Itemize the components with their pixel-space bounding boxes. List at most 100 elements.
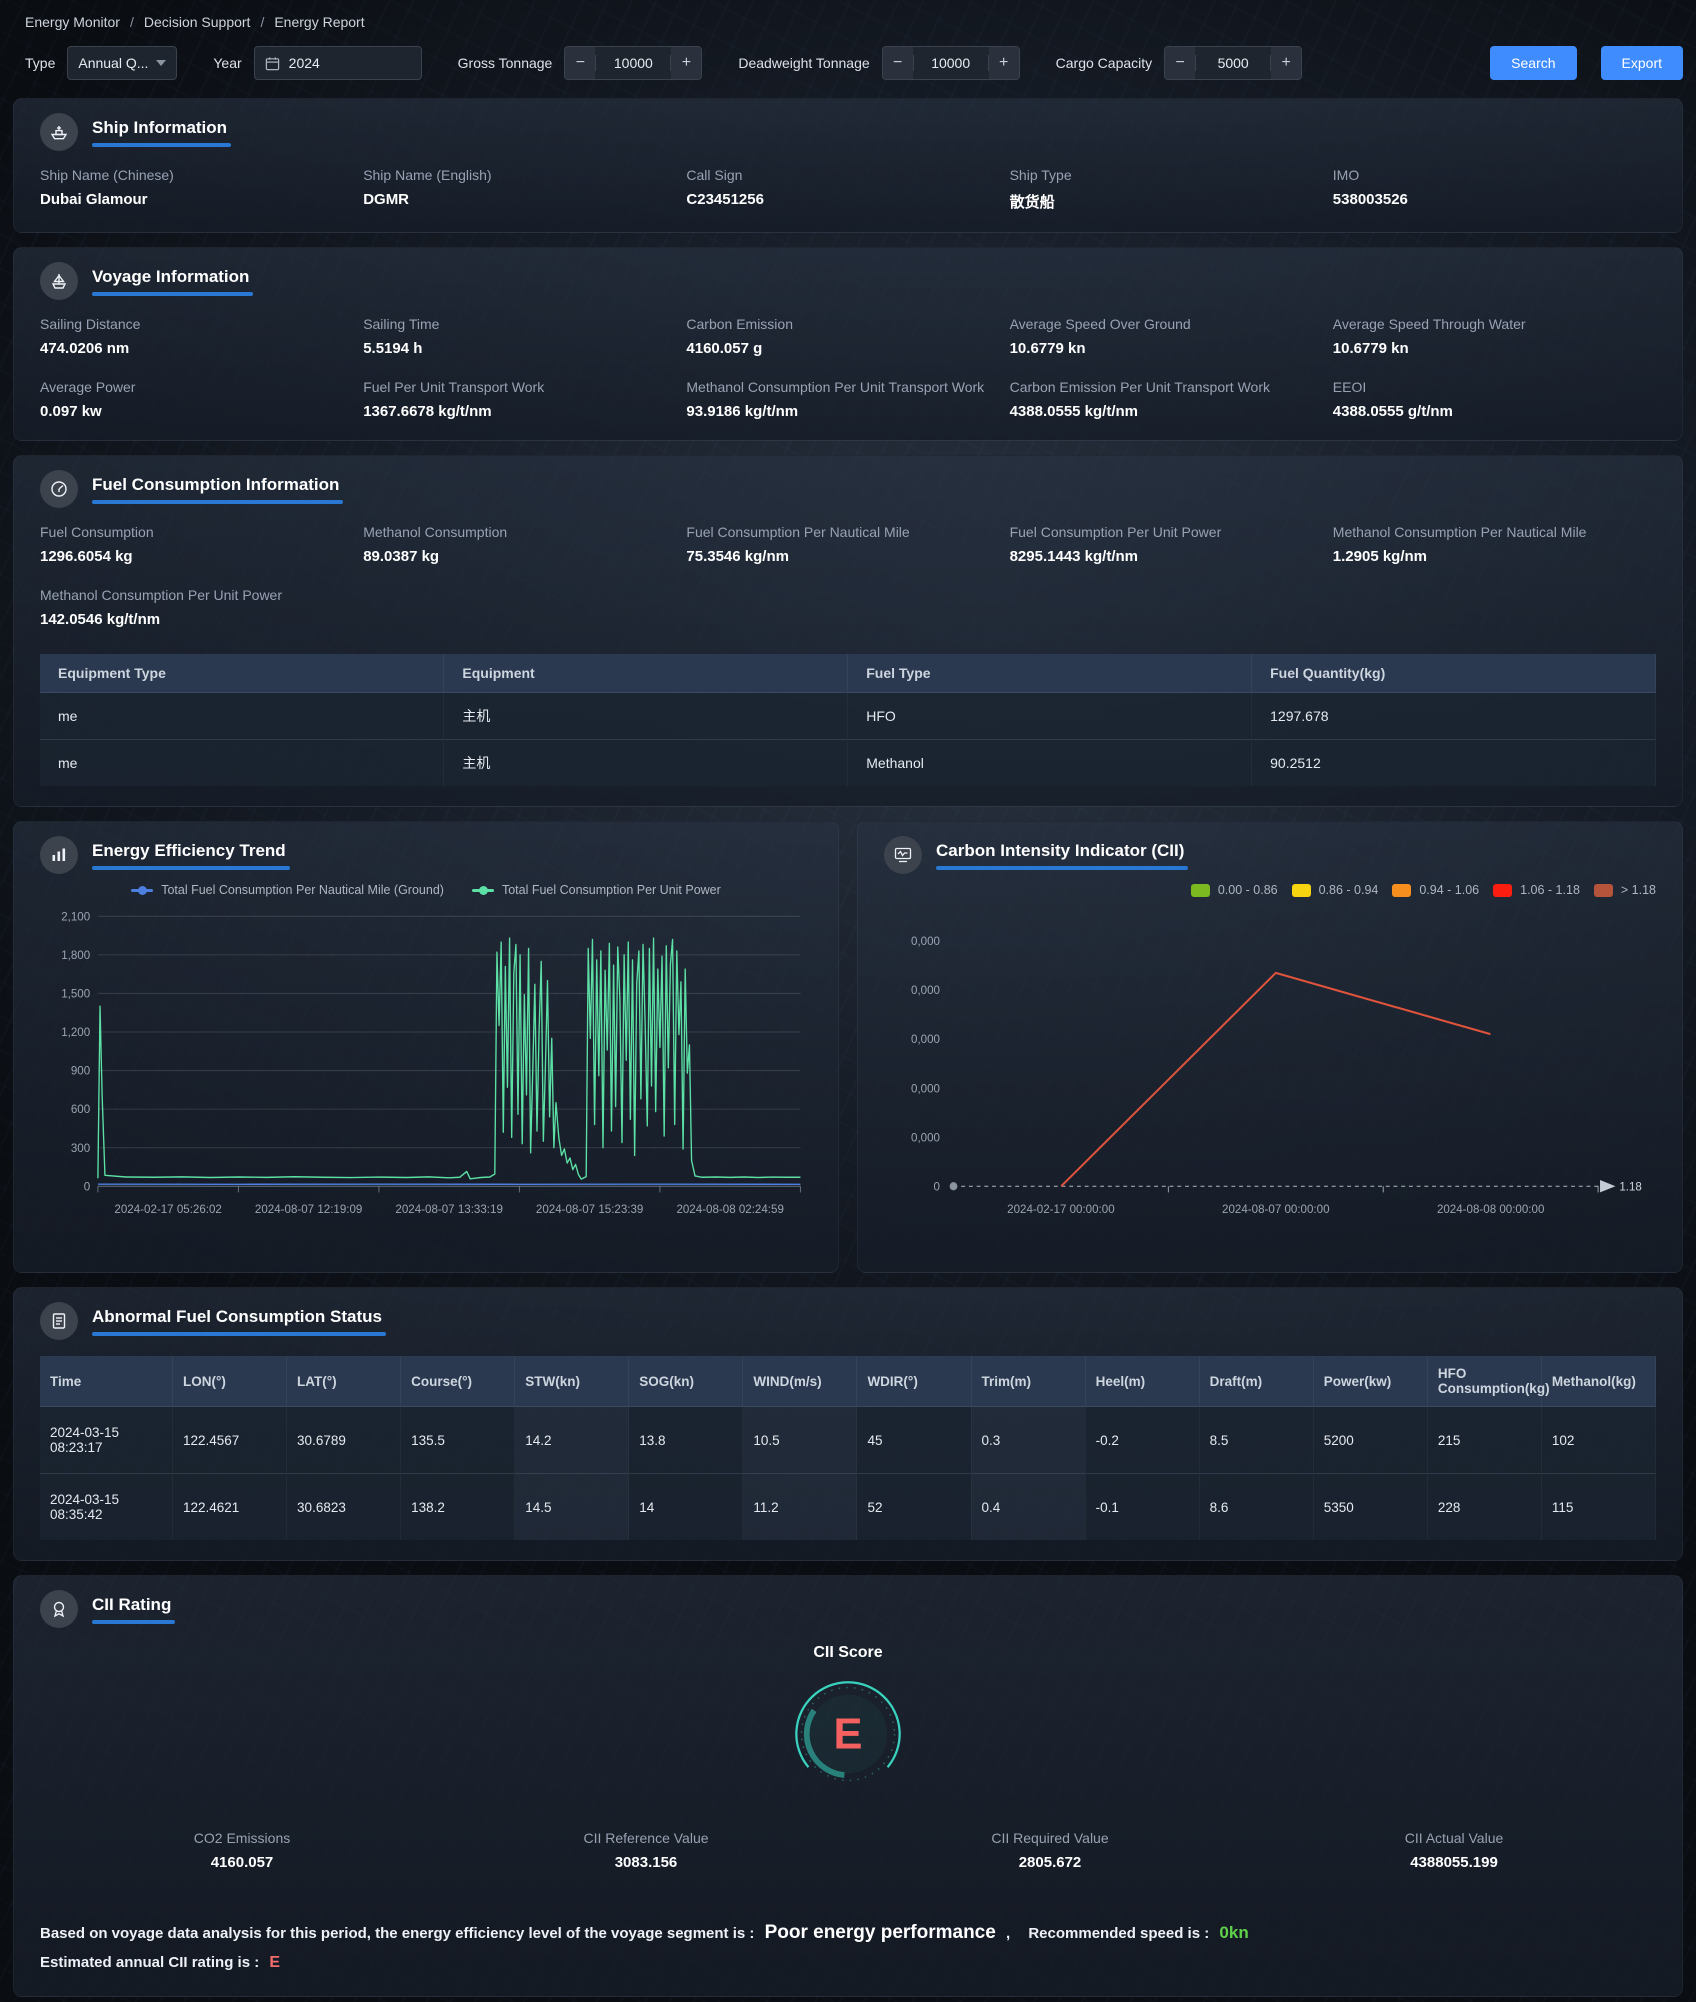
svg-text:0,000: 0,000 xyxy=(911,983,940,997)
field-value: 10.6779 kn xyxy=(1010,340,1333,357)
field: Ship Name (English)DGMR xyxy=(363,167,686,212)
gross-tonnage-value[interactable]: 10000 xyxy=(595,55,671,71)
table-cell: 5200 xyxy=(1313,1407,1427,1474)
table-cell: 1297.678 xyxy=(1252,693,1656,740)
table-cell: 5350 xyxy=(1313,1474,1427,1541)
table-row[interactable]: me主机HFO1297.678 xyxy=(40,693,1656,740)
table-cell: Methanol xyxy=(848,740,1252,787)
deadweight-value[interactable]: 10000 xyxy=(913,55,989,71)
breadcrumb: Energy Monitor/Decision Support/Energy R… xyxy=(13,6,1683,30)
table-cell: 8.6 xyxy=(1199,1474,1313,1541)
legend-label: 1.06 - 1.18 xyxy=(1520,883,1580,897)
field-value: 散货船 xyxy=(1010,191,1333,212)
table-cell: 52 xyxy=(857,1474,971,1541)
section-title: Fuel Consumption Information xyxy=(92,475,339,504)
deadweight-label: Deadweight Tonnage xyxy=(738,55,869,71)
energy-trend-plot: 03006009001,2001,5001,8002,1002024-02-17… xyxy=(40,906,812,1246)
table-cell: 215 xyxy=(1427,1407,1541,1474)
search-button[interactable]: Search xyxy=(1490,46,1576,80)
legend-label: 0.86 - 0.94 xyxy=(1319,883,1379,897)
field-label: CII Reference Value xyxy=(444,1830,848,1846)
legend-item[interactable]: 0.94 - 1.06 xyxy=(1392,883,1479,897)
type-select-value: Annual Q... xyxy=(78,55,148,71)
field: Carbon Emission4160.057 g xyxy=(686,316,1009,357)
field: Methanol Consumption Per Unit Transport … xyxy=(686,379,1009,420)
table-row[interactable]: 2024-03-15 08:23:17122.456730.6789135.51… xyxy=(40,1407,1656,1474)
gross-minus-button[interactable]: − xyxy=(565,47,595,79)
field-value: 538003526 xyxy=(1333,191,1656,208)
bar-chart-icon xyxy=(40,836,78,874)
svg-text:2024-08-07 12:19:09: 2024-08-07 12:19:09 xyxy=(255,1202,363,1216)
field: Fuel Consumption Per Nautical Mile75.354… xyxy=(686,524,1009,565)
fuel-consumption-card: Fuel Consumption Information Fuel Consum… xyxy=(13,455,1683,807)
field-value: 4388055.199 xyxy=(1252,1854,1656,1871)
cargo-capacity-value[interactable]: 5000 xyxy=(1195,55,1271,71)
breadcrumb-item[interactable]: Energy Report xyxy=(274,14,364,30)
table-cell: 2024-03-15 08:23:17 xyxy=(40,1407,172,1474)
field: CII Actual Value4388055.199 xyxy=(1252,1830,1656,1871)
table-cell: HFO xyxy=(848,693,1252,740)
annual-rating-label: Estimated annual CII rating is : xyxy=(40,1954,259,1971)
analysis-summary: Based on voyage data analysis for this p… xyxy=(40,1917,1656,1976)
table-cell: 14.2 xyxy=(515,1407,629,1474)
export-button[interactable]: Export xyxy=(1601,46,1683,80)
summary-comma: , xyxy=(1006,1925,1010,1942)
field-value: 1296.6054 kg xyxy=(40,548,363,565)
cii-monitor-icon xyxy=(884,836,922,874)
table-cell: 90.2512 xyxy=(1252,740,1656,787)
svg-text:900: 900 xyxy=(71,1063,91,1077)
table-cell: -0.1 xyxy=(1085,1474,1199,1541)
legend-color-chip xyxy=(1594,884,1613,897)
field-label: Fuel Consumption Per Nautical Mile xyxy=(686,524,1009,540)
legend-item[interactable]: Total Fuel Consumption Per Nautical Mile… xyxy=(131,883,444,897)
svg-text:2024-02-17 05:26:02: 2024-02-17 05:26:02 xyxy=(114,1202,222,1216)
year-input[interactable]: 2024 xyxy=(254,46,422,80)
voyage-information-card: Voyage Information Sailing Distance474.0… xyxy=(13,247,1683,441)
type-select[interactable]: Annual Q... xyxy=(67,46,177,80)
cargo-minus-button[interactable]: − xyxy=(1165,47,1195,79)
energy-trend-card: Energy Efficiency Trend Total Fuel Consu… xyxy=(13,821,839,1273)
field: Average Power0.097 kw xyxy=(40,379,363,420)
table-header-row: TimeLON(°)LAT(°)Course(°)STW(kn)SOG(kn)W… xyxy=(40,1356,1656,1407)
svg-text:0,000: 0,000 xyxy=(911,1032,940,1046)
legend-item[interactable]: 0.86 - 0.94 xyxy=(1292,883,1379,897)
field-value: 474.0206 nm xyxy=(40,340,363,357)
abnormal-status-card: Abnormal Fuel Consumption Status TimeLON… xyxy=(13,1287,1683,1561)
breadcrumb-item[interactable]: Decision Support xyxy=(144,14,251,30)
field-value: 89.0387 kg xyxy=(363,548,686,565)
svg-text:2024-08-07 13:33:19: 2024-08-07 13:33:19 xyxy=(395,1202,503,1216)
table-cell: 228 xyxy=(1427,1474,1541,1541)
legend-item[interactable]: 0.00 - 0.86 xyxy=(1191,883,1278,897)
table-row[interactable]: 2024-03-15 08:35:42122.462130.6823138.21… xyxy=(40,1474,1656,1541)
summary-highlight: Poor energy performance xyxy=(765,1922,996,1943)
legend-item[interactable]: 1.06 - 1.18 xyxy=(1493,883,1580,897)
table-cell: 102 xyxy=(1541,1407,1655,1474)
svg-text:2024-08-07 15:23:39: 2024-08-07 15:23:39 xyxy=(536,1202,644,1216)
cargo-plus-button[interactable]: + xyxy=(1271,47,1301,79)
deadweight-plus-button[interactable]: + xyxy=(989,47,1019,79)
cii-stats: CO2 Emissions4160.057 CII Reference Valu… xyxy=(40,1830,1656,1871)
deadweight-minus-button[interactable]: − xyxy=(883,47,913,79)
cii-gauge: E xyxy=(40,1672,1656,1796)
field: CII Reference Value3083.156 xyxy=(444,1830,848,1871)
section-title: Voyage Information xyxy=(92,267,249,296)
field-value: 1.2905 kg/nm xyxy=(1333,548,1656,565)
table-cell: 122.4621 xyxy=(172,1474,286,1541)
voyage-ship-icon xyxy=(40,262,78,300)
table-row[interactable]: me主机Methanol90.2512 xyxy=(40,740,1656,787)
legend-label: > 1.18 xyxy=(1621,883,1656,897)
field-value: 4160.057 xyxy=(40,1854,444,1871)
legend-item[interactable]: > 1.18 xyxy=(1594,883,1656,897)
column-header: SOG(kn) xyxy=(629,1356,743,1407)
table-cell: me xyxy=(40,740,444,787)
column-header: LAT(°) xyxy=(287,1356,401,1407)
svg-text:2024-08-07 00:00:00: 2024-08-07 00:00:00 xyxy=(1222,1202,1330,1216)
breadcrumb-item[interactable]: Energy Monitor xyxy=(25,14,120,30)
field: Methanol Consumption Per Nautical Mile1.… xyxy=(1333,524,1656,565)
field-label: EEOI xyxy=(1333,379,1656,395)
cii-score-label: CII Score xyxy=(40,1644,1656,1662)
column-header: Fuel Quantity(kg) xyxy=(1252,654,1656,693)
svg-text:600: 600 xyxy=(71,1102,91,1116)
legend-item[interactable]: Total Fuel Consumption Per Unit Power xyxy=(472,883,721,897)
gross-plus-button[interactable]: + xyxy=(671,47,701,79)
